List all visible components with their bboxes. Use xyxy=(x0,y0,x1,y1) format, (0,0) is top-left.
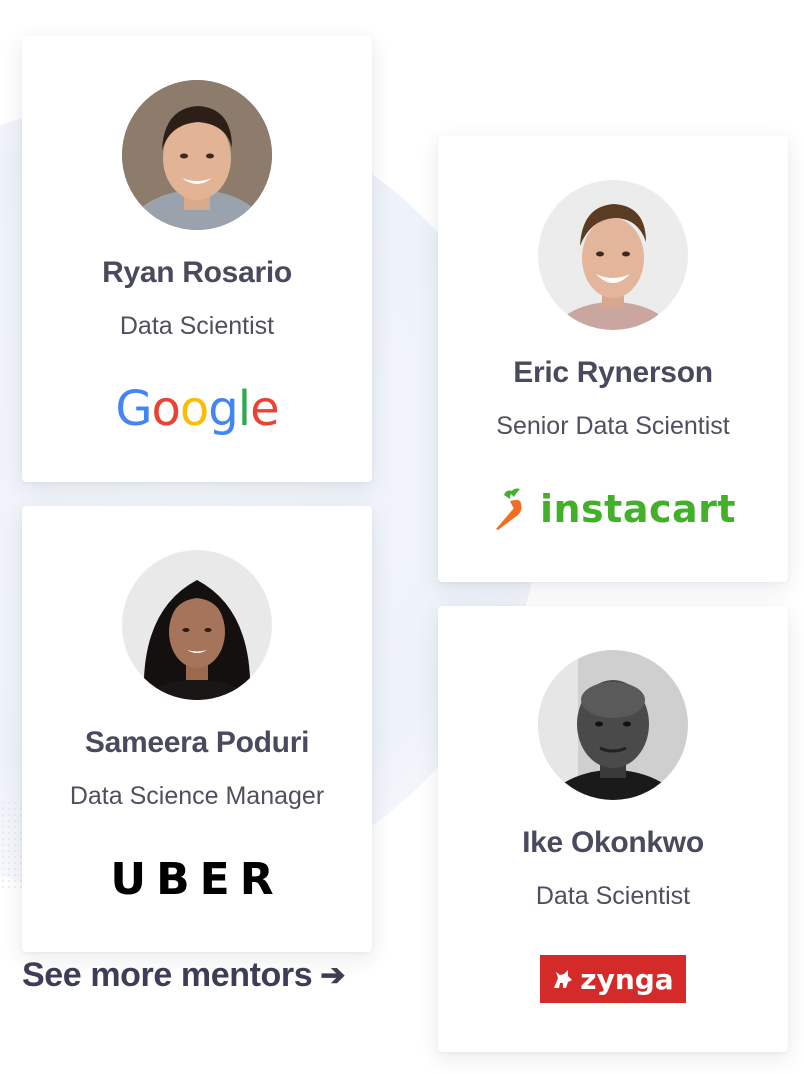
mentor-name: Sameera Poduri xyxy=(84,726,310,759)
mentor-name: Eric Rynerson xyxy=(513,356,713,389)
zynga-logo-text: zynga xyxy=(580,962,674,996)
avatar-photo-ike xyxy=(538,650,688,800)
avatar xyxy=(122,550,272,700)
mentor-card-sameera-poduri[interactable]: Sameera Poduri Data Science Manager UBER xyxy=(22,506,372,952)
avatar-photo-sameera xyxy=(122,550,272,700)
mentor-title: Data Scientist xyxy=(535,882,691,910)
dog-icon xyxy=(554,970,573,988)
mentor-title: Data Scientist xyxy=(119,312,275,340)
see-more-label: See more mentors xyxy=(22,956,313,994)
google-logo-text: Google xyxy=(115,381,279,437)
avatar xyxy=(538,650,688,800)
avatar-photo-eric xyxy=(538,180,688,330)
avatar-photo-ryan xyxy=(122,80,272,230)
carrot-icon xyxy=(495,488,522,530)
arrow-right-icon: ➔ xyxy=(320,959,346,992)
avatar xyxy=(538,180,688,330)
mentor-title: Data Science Manager xyxy=(69,782,325,810)
mentors-section: Ryan Rosario Data Scientist Google Samee… xyxy=(0,0,804,1074)
company-logo-google: Google xyxy=(115,379,279,439)
avatar xyxy=(122,80,272,230)
mentor-card-ryan-rosario[interactable]: Ryan Rosario Data Scientist Google xyxy=(22,36,372,482)
instacart-logo-text: instacart xyxy=(539,487,737,531)
company-logo-instacart: instacart xyxy=(490,479,736,539)
company-logo-zynga: zynga xyxy=(540,949,686,1009)
uber-logo-text: UBER xyxy=(110,853,284,905)
mentor-name: Ryan Rosario xyxy=(102,256,292,289)
company-logo-uber: UBER xyxy=(110,849,283,909)
mentor-name: Ike Okonkwo xyxy=(522,826,704,859)
mentor-title: Senior Data Scientist xyxy=(496,412,730,440)
see-more-mentors-link[interactable]: See more mentors ➔ xyxy=(22,956,345,995)
zynga-logo-badge: zynga xyxy=(540,955,686,1003)
mentor-card-ike-okonkwo[interactable]: Ike Okonkwo Data Scientist zynga xyxy=(438,606,788,1052)
mentor-card-eric-rynerson[interactable]: Eric Rynerson Senior Data Scientist inst… xyxy=(438,136,788,582)
